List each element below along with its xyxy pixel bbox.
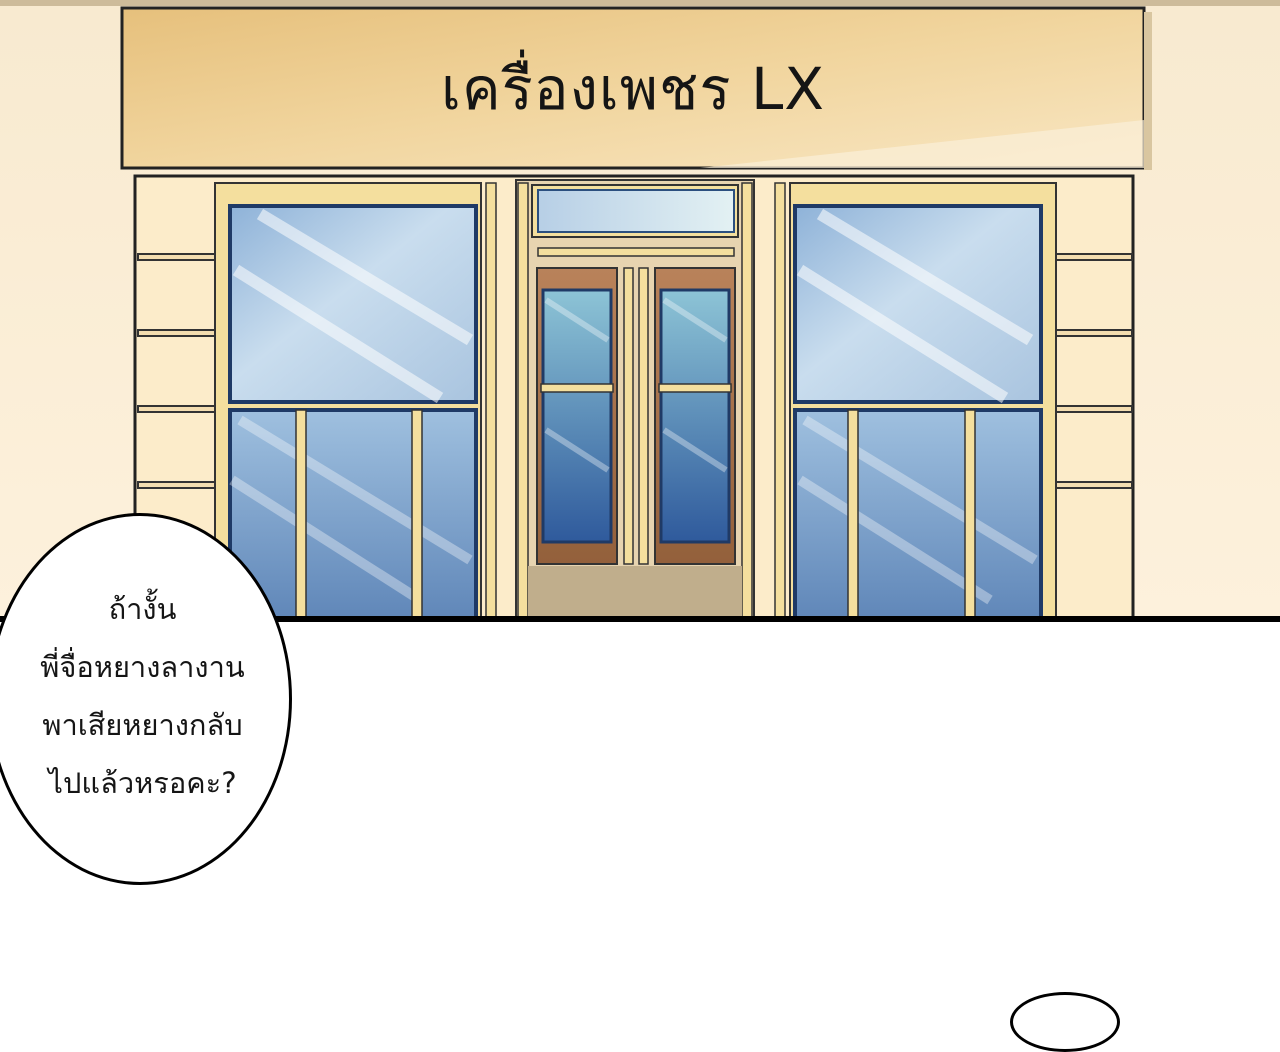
shop-sign-text: เครื่องเพชร LX: [441, 54, 825, 123]
speech-line: ถ้างั้น: [108, 592, 177, 626]
speech-line: ไปแล้วหรอคะ?: [48, 766, 237, 800]
speech-line: พี่จื่อหยางลางาน: [40, 650, 245, 684]
next-speech-bubble-edge: [1010, 992, 1120, 1052]
speech-line: พาเสียหยางกลับ: [42, 708, 243, 742]
speech-bubble-text: ถ้างั้น พี่จื่อหยางลางาน พาเสียหยางกลับ …: [0, 580, 295, 812]
